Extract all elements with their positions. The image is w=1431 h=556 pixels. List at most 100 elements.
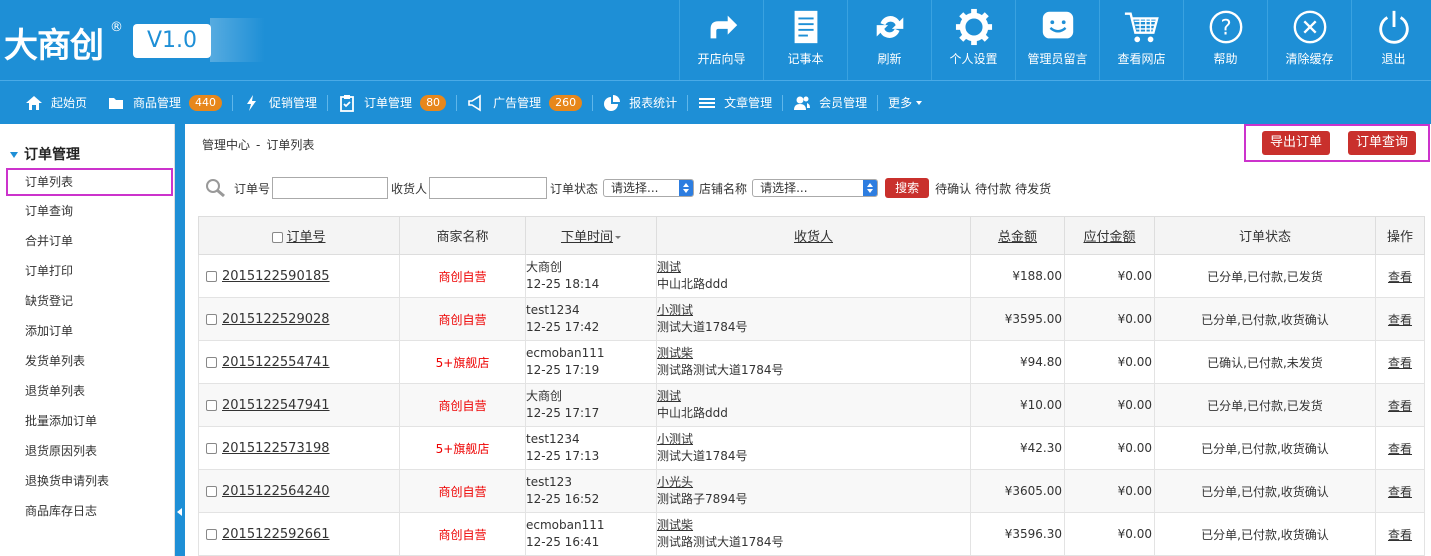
sidebar-item-print-orders[interactable]: 订单打印 [0, 256, 175, 286]
header-total[interactable]: 总金额 [970, 216, 1065, 255]
main-nav-ads[interactable]: 广告管理 260 [457, 81, 592, 125]
row-checkbox[interactable] [206, 399, 217, 411]
message-smile-icon [1039, 8, 1077, 46]
order-status-select[interactable]: 请选择... [603, 179, 695, 197]
top-nav-refresh[interactable]: 刷新 [847, 0, 931, 80]
sidebar-item-batch-add-orders[interactable]: 批量添加订单 [0, 406, 175, 436]
search-icon [205, 178, 227, 198]
logo-text: 大商创 [4, 26, 104, 66]
filter-pending-shipment[interactable]: 待发货 [1015, 180, 1051, 197]
row-checkbox[interactable] [206, 442, 217, 454]
consignee-name[interactable]: 小测试 [657, 431, 970, 448]
cell-shop: 商创自营 [399, 469, 526, 513]
order-sn-link[interactable]: 2015122573198 [222, 441, 330, 456]
order-sn-input[interactable] [272, 177, 389, 199]
sidebar-collapse-handle[interactable] [175, 124, 185, 556]
main-nav-more[interactable]: 更多 [878, 81, 932, 125]
main-nav-reports[interactable]: 报表统计 [593, 81, 687, 125]
order-sn-link[interactable]: 2015122592661 [222, 527, 330, 542]
consignee-name[interactable]: 测试柴 [657, 345, 970, 362]
row-checkbox[interactable] [206, 485, 217, 497]
order-sn-link[interactable]: 2015122590185 [222, 269, 330, 284]
sidebar-item-delivery-list[interactable]: 发货单列表 [0, 346, 175, 376]
cell-total: ¥3605.00 [970, 469, 1065, 513]
sidebar-item-add-order[interactable]: 添加订单 [0, 316, 175, 346]
row-checkbox[interactable] [206, 313, 217, 325]
top-nav-notepad[interactable]: 记事本 [763, 0, 847, 80]
order-sn-link[interactable]: 2015122564240 [222, 484, 330, 499]
consignee-name[interactable]: 测试 [657, 259, 970, 276]
select-all-checkbox[interactable] [272, 232, 284, 243]
view-order-link[interactable]: 查看 [1388, 399, 1412, 413]
consignee-input[interactable] [429, 177, 548, 199]
order-table-wrap: 订单号 商家名称 下单时间 收货人 总金额 应付金额 订单状态 操作 20151… [198, 216, 1425, 556]
header-payable[interactable]: 应付金额 [1064, 216, 1155, 255]
main-nav-members[interactable]: 会员管理 [783, 81, 877, 125]
top-nav-view-store[interactable]: 查看网店 [1099, 0, 1183, 80]
consignee-name[interactable]: 测试柴 [657, 517, 970, 534]
order-table: 订单号 商家名称 下单时间 收货人 总金额 应付金额 订单状态 操作 20151… [198, 216, 1425, 556]
clipboard-icon [338, 94, 356, 112]
cell-order-time: test1234 12-25 17:42 [525, 297, 657, 341]
cell-consignee: 测试 中山北路ddd [656, 254, 971, 298]
breadcrumb-current: 订单列表 [266, 138, 315, 152]
main-nav-promotion[interactable]: 促销管理 [233, 81, 327, 125]
search-button[interactable]: 搜索 [885, 178, 930, 198]
main-nav-label: 会员管理 [819, 96, 868, 110]
view-order-link[interactable]: 查看 [1388, 485, 1412, 499]
filter-pending-payment[interactable]: 待付款 [975, 180, 1011, 197]
header-operation: 操作 [1375, 216, 1425, 255]
breadcrumb-root[interactable]: 管理中心 [202, 138, 250, 152]
header-consignee[interactable]: 收货人 [656, 216, 971, 255]
top-nav-logout[interactable]: 退出 [1351, 0, 1431, 80]
view-order-link[interactable]: 查看 [1388, 356, 1412, 370]
consignee-name[interactable]: 测试 [657, 388, 970, 405]
sidebar-item-return-reasons[interactable]: 退货原因列表 [0, 436, 175, 466]
sidebar-item-out-of-stock[interactable]: 缺货登记 [0, 286, 175, 316]
sidebar-item-order-query[interactable]: 订单查询 [0, 196, 175, 226]
order-sn-link[interactable]: 2015122554741 [222, 355, 330, 370]
consignee-name[interactable]: 小测试 [657, 302, 970, 319]
top-nav-help[interactable]: ? 帮助 [1183, 0, 1267, 80]
header-order-sn[interactable]: 订单号 [198, 216, 400, 255]
sidebar-title[interactable]: 订单管理 [10, 144, 80, 164]
main-nav-articles[interactable]: 文章管理 [688, 81, 782, 125]
order-status-label: 订单状态 [550, 181, 599, 196]
sidebar-item-stock-log[interactable]: 商品库存日志 [0, 496, 175, 526]
row-checkbox[interactable] [206, 356, 217, 368]
shop-name-select[interactable]: 请选择... [752, 179, 879, 197]
order-sn-link[interactable]: 2015122547941 [222, 398, 330, 413]
header-order-time[interactable]: 下单时间 [525, 216, 657, 255]
cell-order-sn: 2015122590185 [198, 254, 400, 298]
table-row: 2015122592661 商创自营 ecmoban111 12-25 16:41… [198, 512, 1425, 556]
cell-total: ¥3596.30 [970, 512, 1065, 556]
top-header: 大商创 ® V1.0 开店向导 记事本 刷新 个人设置 管理员留言 查看网店 ?… [0, 0, 1431, 80]
export-orders-button[interactable]: 导出订单 [1262, 131, 1331, 155]
sidebar-item-order-list[interactable]: 订单列表 [6, 168, 173, 196]
order-query-button[interactable]: 订单查询 [1348, 131, 1417, 155]
row-checkbox[interactable] [206, 270, 217, 282]
cell-status: 已分单,已付款,收货确认 [1154, 426, 1376, 470]
view-order-link[interactable]: 查看 [1388, 313, 1412, 327]
sidebar-item-exchange-requests[interactable]: 退换货申请列表 [0, 466, 175, 496]
consignee-address: 测试路测试大道1784号 [657, 535, 784, 549]
top-nav-store-guide[interactable]: 开店向导 [679, 0, 763, 80]
main-nav-orders[interactable]: 订单管理 80 [328, 81, 456, 125]
sidebar-item-return-list[interactable]: 退货单列表 [0, 376, 175, 406]
view-order-link[interactable]: 查看 [1388, 528, 1412, 542]
consignee-name[interactable]: 小光头 [657, 474, 970, 491]
filter-pending-confirm[interactable]: 待确认 [935, 180, 971, 197]
top-nav-admin-message[interactable]: 管理员留言 [1015, 0, 1099, 80]
cell-total: ¥188.00 [970, 254, 1065, 298]
top-nav-personal-settings[interactable]: 个人设置 [931, 0, 1015, 80]
view-order-link[interactable]: 查看 [1388, 442, 1412, 456]
top-nav-clear-cache[interactable]: 清除缓存 [1267, 0, 1351, 80]
count-badge: 440 [189, 94, 223, 111]
sidebar-item-merge-orders[interactable]: 合并订单 [0, 226, 175, 256]
cell-order-sn: 2015122573198 [198, 426, 400, 470]
main-nav-goods[interactable]: 商品管理 440 [97, 81, 232, 125]
order-sn-link[interactable]: 2015122529028 [222, 312, 330, 327]
view-order-link[interactable]: 查看 [1388, 270, 1412, 284]
row-checkbox[interactable] [206, 528, 217, 540]
main-nav-home[interactable]: 起始页 [0, 81, 97, 125]
